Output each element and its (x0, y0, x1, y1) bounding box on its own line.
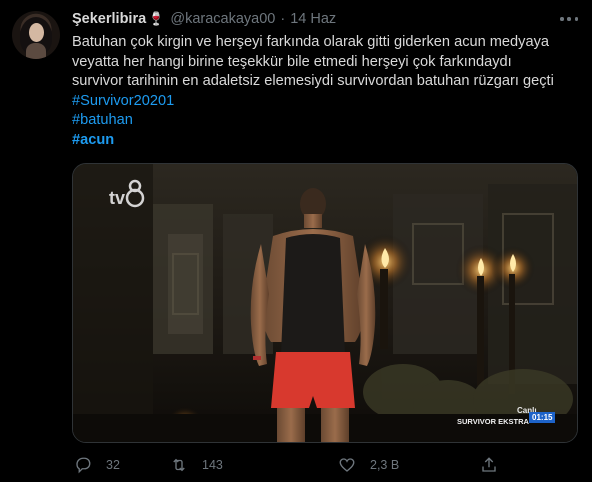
header-separator: · (280, 11, 286, 27)
more-dot (567, 17, 571, 21)
tweet-date[interactable]: 14 Haz (290, 11, 336, 27)
like-button[interactable]: 2,3 B (338, 455, 399, 475)
hashtag-acun[interactable]: #acun (72, 131, 582, 151)
reply-icon (76, 457, 91, 474)
avatar-neck (26, 43, 46, 59)
author-name[interactable]: Şekerlibira (72, 11, 146, 27)
avatar-face (29, 23, 44, 42)
heart-icon (339, 458, 355, 472)
share-button[interactable] (480, 455, 512, 475)
tweet-text: Batuhan çok kirgin ve herşeyi farkında o… (72, 33, 582, 150)
overlay-show-name: SURVIVOR EKSTRA (457, 417, 529, 426)
wine-glass-emoji: 🍷 (148, 11, 165, 26)
overlay-time: 01:15 (529, 412, 556, 423)
avatar[interactable] (12, 11, 60, 59)
tweet-actions: 32 143 2,3 B (72, 455, 512, 475)
more-horizontal-icon[interactable] (560, 12, 578, 26)
hashtag-batuhan[interactable]: #batuhan (72, 111, 582, 131)
tweet-header: Şekerlibira 🍷 @karacakaya00 · 14 Haz (72, 10, 336, 28)
tweet[interactable]: Şekerlibira 🍷 @karacakaya00 · 14 Haz Bat… (0, 0, 592, 482)
share-icon (482, 457, 496, 472)
hashtag-survivor[interactable]: #Survivor20201 (72, 92, 582, 112)
tweet-text-line: veyatta her hangi birine teşekkür bile e… (72, 53, 512, 70)
more-dot (574, 17, 578, 21)
retweet-button[interactable]: 143 (170, 455, 223, 475)
media-scene: tv (73, 164, 577, 442)
svg-text:tv: tv (109, 188, 125, 208)
retweet-count: 143 (202, 458, 223, 472)
tweet-text-line: survivor tarihinin en adaletsiz elemesiy… (72, 73, 554, 89)
like-count: 2,3 B (370, 458, 400, 472)
reply-button[interactable]: 32 (74, 455, 120, 475)
tweet-media-image[interactable]: tv Canlı SURVIVOR EKSTRA 01:15 (72, 163, 578, 443)
more-dot (560, 17, 564, 21)
retweet-icon (173, 458, 185, 472)
author-handle[interactable]: @karacakaya00 (170, 11, 275, 27)
reply-count: 32 (106, 458, 120, 472)
tweet-text-line: Batuhan çok kirgin ve herşeyi farkında o… (72, 34, 549, 50)
